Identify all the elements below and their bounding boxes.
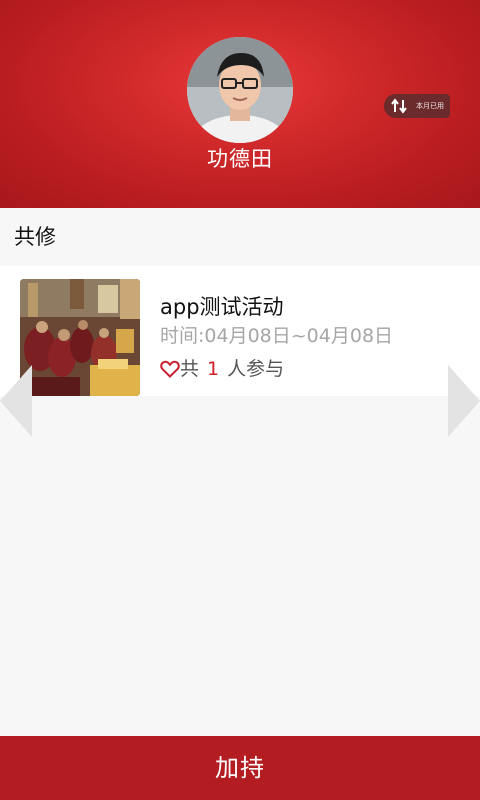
section-header: 共修 xyxy=(0,208,480,266)
heart-outline-icon[interactable] xyxy=(160,360,180,378)
chevron-left-icon[interactable] xyxy=(0,365,32,437)
bless-button[interactable]: 加持 xyxy=(0,736,480,800)
avatar[interactable] xyxy=(187,37,293,143)
activity-photo xyxy=(20,279,140,396)
avatar-photo xyxy=(187,37,293,143)
screen: 功德田 本月已用 共修 app测试活动 时间:04月08日~04月08日 共 1… xyxy=(0,0,480,800)
participants-suffix: 人参与 xyxy=(227,358,285,380)
data-usage-label: 本月已用 xyxy=(416,102,444,110)
data-usage-widget[interactable]: 本月已用 xyxy=(384,94,450,118)
up-down-arrows-icon xyxy=(391,98,407,114)
profile-header: 功德田 本月已用 xyxy=(0,0,480,208)
chevron-right-icon[interactable] xyxy=(448,365,480,437)
participants-info: 共 1 人参与 xyxy=(160,355,284,383)
section-title: 共修 xyxy=(14,225,56,249)
activity-thumbnail xyxy=(20,279,140,396)
participants-count: 1 xyxy=(207,358,220,380)
activity-time: 时间:04月08日~04月08日 xyxy=(160,325,394,347)
activity-item[interactable]: app测试活动 时间:04月08日~04月08日 共 1 人参与 xyxy=(0,266,480,396)
user-name: 功德田 xyxy=(207,147,273,171)
bottom-bar: 加持 xyxy=(0,736,480,800)
participants-prefix: 共 xyxy=(180,358,200,380)
activity-title: app测试活动 xyxy=(160,295,284,319)
